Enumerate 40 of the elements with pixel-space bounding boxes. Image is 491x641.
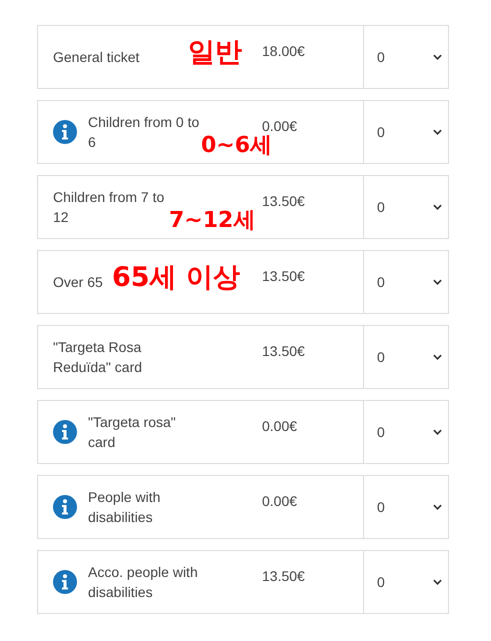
quantity-select[interactable]: 0 (363, 251, 448, 313)
quantity-select[interactable]: 0 (363, 176, 448, 238)
quantity-select[interactable]: 0 (363, 551, 448, 613)
ticket-price: 13.50€ (262, 268, 305, 284)
annotation-text: 일반 (188, 39, 242, 68)
chevron-down-icon (433, 54, 442, 60)
ticket-price: 13.50€ (262, 568, 305, 584)
ticket-label: "Targeta Rosa Reduïda" card (53, 338, 144, 377)
ticket-label: Over 65 (53, 273, 103, 292)
ticket-label: Children from 7 to 12 (53, 188, 166, 227)
annotation-text: 0~6세 (201, 134, 272, 158)
chevron-down-icon (433, 354, 442, 360)
chevron-down-icon (433, 279, 442, 285)
chevron-down-icon (433, 204, 442, 210)
info-icon[interactable] (53, 495, 77, 519)
ticket-label: General ticket (53, 48, 140, 67)
annotation-text: 7~12세 (169, 209, 256, 232)
ticket-price: 0.00€ (262, 418, 298, 434)
info-icon[interactable] (53, 120, 77, 144)
ticket-label: "Targeta rosa" card (88, 413, 177, 452)
quantity-select[interactable]: 0 (363, 476, 448, 538)
quantity-select[interactable]: 0 (363, 26, 448, 88)
chevron-down-icon (433, 429, 442, 435)
info-icon[interactable] (53, 570, 77, 594)
chevron-down-icon (433, 504, 442, 510)
quantity-select[interactable]: 0 (363, 401, 448, 463)
chevron-down-icon (433, 129, 442, 135)
ticket-label: Acco. people with disabilities (88, 563, 199, 602)
ticket-price: 0.00€ (262, 118, 298, 134)
ticket-price: 0.00€ (262, 493, 298, 509)
ticket-price: 18.00€ (262, 43, 305, 59)
quantity-select[interactable]: 0 (363, 101, 448, 163)
ticket-label: Children from 0 to 6 (88, 113, 200, 152)
annotation-text: 65세 이상 (112, 264, 240, 292)
info-icon[interactable] (53, 420, 77, 444)
chevron-down-icon (433, 579, 442, 585)
quantity-select[interactable]: 0 (363, 326, 448, 388)
ticket-price: 13.50€ (262, 193, 305, 209)
ticket-price: 13.50€ (262, 343, 305, 359)
ticket-label: People with disabilities (88, 488, 162, 527)
